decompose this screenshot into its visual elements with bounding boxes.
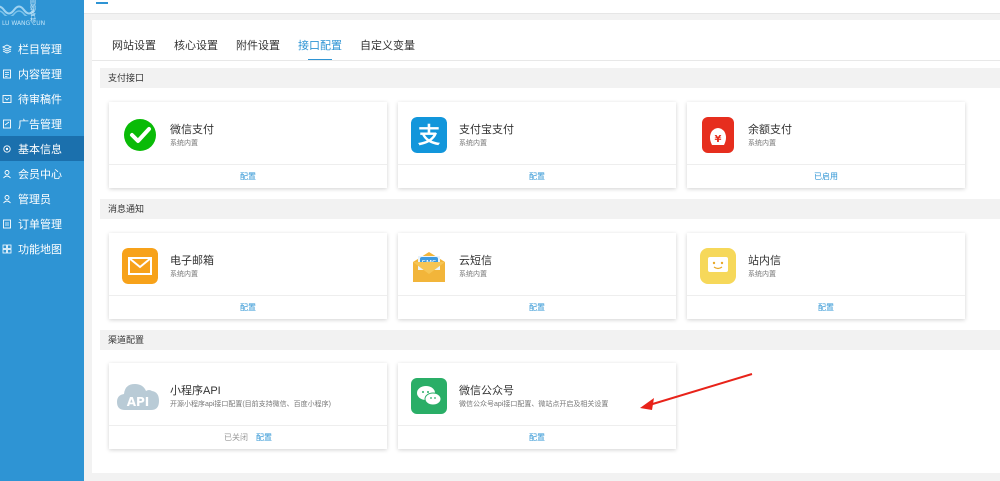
configure-link[interactable]: 配置 <box>256 432 272 443</box>
inbox-message-icon <box>700 248 736 284</box>
card-title: 余额支付 <box>748 124 792 136</box>
order-icon <box>2 219 12 229</box>
card-footer: 配置 <box>109 295 387 319</box>
configure-link[interactable]: 配置 <box>240 171 256 182</box>
section-payment-header: 支付接口 <box>100 68 1000 88</box>
card-title: 云短信 <box>459 255 492 267</box>
enabled-link[interactable]: 已启用 <box>814 171 838 182</box>
document-icon <box>2 69 12 79</box>
configure-link[interactable]: 配置 <box>240 302 256 313</box>
configure-link[interactable]: 配置 <box>818 302 834 313</box>
main-panel: 网站设置 核心设置 附件设置 接口配置 自定义变量 支付接口 微信支付 系统内置… <box>92 20 1000 481</box>
card-inbox: 站内信 系统内置 配置 <box>687 233 965 319</box>
sidebar-nav: 栏目管理 内容管理 待审稿件 广告管理 基本信息 会员中心 管理员 订单管理 功… <box>0 36 84 261</box>
alipay-icon: 支 <box>411 117 447 153</box>
balance-glyph: ¥ <box>715 134 722 145</box>
sidebar-item-label: 内容管理 <box>18 68 62 81</box>
card-subtitle: 系统内置 <box>748 140 776 147</box>
card-wechat-pay: 微信支付 系统内置 配置 <box>109 102 387 188</box>
tab-core-settings[interactable]: 核心设置 <box>174 38 218 60</box>
sidebar-item-label: 栏目管理 <box>18 43 62 56</box>
card-alipay: 支 支付宝支付 系统内置 配置 <box>398 102 676 188</box>
user-icon <box>2 169 12 179</box>
logo-text: LU WANG CUN <box>2 20 46 27</box>
section-notify-header: 消息通知 <box>100 199 1000 219</box>
card-sms: SMS 云短信 系统内置 配置 <box>398 233 676 319</box>
card-subtitle: 系统内置 <box>459 140 487 147</box>
sidebar-item-label: 会员中心 <box>18 168 62 181</box>
pending-icon <box>2 94 12 104</box>
configure-link[interactable]: 配置 <box>529 432 545 443</box>
settings-tabs: 网站设置 核心设置 附件设置 接口配置 自定义变量 <box>112 38 433 61</box>
ad-icon <box>2 119 12 129</box>
sidebar-item-label: 广告管理 <box>18 118 62 131</box>
card-miniapp-api: API 小程序API 开源小程序api接口配置(目前支持微信、百度小程序) 已关… <box>109 363 387 449</box>
wechat-pay-icon <box>124 119 156 151</box>
card-title: 小程序API <box>170 385 221 397</box>
sidebar-item-map[interactable]: 功能地图 <box>0 236 84 261</box>
card-title: 支付宝支付 <box>459 124 514 136</box>
admin-icon <box>2 194 12 204</box>
card-footer: 配置 <box>109 164 387 188</box>
card-footer: 已关闭 配置 <box>109 425 387 449</box>
tab-custom-variables[interactable]: 自定义变量 <box>360 38 415 60</box>
alipay-glyph: 支 <box>418 124 441 149</box>
closed-status: 已关闭 <box>224 432 248 442</box>
wechat-official-account-icon <box>411 378 447 414</box>
card-subtitle: 系统内置 <box>748 271 776 278</box>
sidebar-item-label: 订单管理 <box>18 218 62 231</box>
sidebar-item-basic-info[interactable]: 基本信息 <box>0 136 84 161</box>
tab-divider <box>92 60 1000 61</box>
api-cloud-icon: API <box>117 384 159 410</box>
api-glyph: API <box>127 395 150 409</box>
card-subtitle: 系统内置 <box>170 271 198 278</box>
sidebar-item-orders[interactable]: 订单管理 <box>0 211 84 236</box>
sms-icon: SMS <box>413 252 445 282</box>
card-subtitle: 系统内置 <box>170 140 198 147</box>
tab-attachment-settings[interactable]: 附件设置 <box>236 38 280 60</box>
configure-link[interactable]: 配置 <box>529 302 545 313</box>
sidebar-item-columns[interactable]: 栏目管理 <box>0 36 84 61</box>
logo: 圆翰各村 LU WANG CUN <box>0 0 84 30</box>
card-subtitle: 系统内置 <box>459 271 487 278</box>
sidebar-item-label: 管理员 <box>18 193 51 206</box>
card-title: 微信公众号 <box>459 385 514 397</box>
balance-pay-icon: ¥ <box>702 117 734 153</box>
card-footer: 配置 <box>398 164 676 188</box>
configure-link[interactable]: 配置 <box>529 171 545 182</box>
tab-site-settings[interactable]: 网站设置 <box>112 38 156 60</box>
card-footer: 配置 <box>398 295 676 319</box>
card-footer: 配置 <box>687 295 965 319</box>
card-title: 站内信 <box>748 255 781 267</box>
sidebar: 圆翰各村 LU WANG CUN 栏目管理 内容管理 待审稿件 广告管理 基本信… <box>0 0 84 481</box>
top-bar <box>84 0 1000 14</box>
sidebar-item-members[interactable]: 会员中心 <box>0 161 84 186</box>
menu-toggle-icon[interactable] <box>96 2 108 4</box>
card-balance-pay: ¥ 余额支付 系统内置 已启用 <box>687 102 965 188</box>
email-icon <box>122 248 158 284</box>
card-subtitle: 微信公众号api接口配置、微站点开启及相关设置 <box>459 401 609 408</box>
sidebar-item-pending[interactable]: 待审稿件 <box>0 86 84 111</box>
card-subtitle: 开源小程序api接口配置(目前支持微信、百度小程序) <box>170 401 332 408</box>
sidebar-item-label: 待审稿件 <box>18 93 62 106</box>
sidebar-item-content[interactable]: 内容管理 <box>0 61 84 86</box>
bottom-bar <box>92 473 1000 481</box>
sidebar-item-label: 基本信息 <box>18 143 62 156</box>
card-title: 电子邮箱 <box>170 255 214 267</box>
sidebar-item-ads[interactable]: 广告管理 <box>0 111 84 136</box>
card-footer: 已启用 <box>687 164 965 188</box>
gear-icon <box>2 144 12 154</box>
sidebar-item-label: 功能地图 <box>18 243 62 256</box>
layers-icon <box>2 43 12 54</box>
card-title: 微信支付 <box>170 124 214 136</box>
card-footer: 配置 <box>398 425 676 449</box>
tab-interface-config[interactable]: 接口配置 <box>298 38 342 61</box>
section-channel-header: 渠道配置 <box>100 330 1000 350</box>
sidebar-item-admins[interactable]: 管理员 <box>0 186 84 211</box>
map-icon <box>2 244 12 254</box>
card-email: 电子邮箱 系统内置 配置 <box>109 233 387 319</box>
annotation-arrow-icon <box>640 373 753 410</box>
